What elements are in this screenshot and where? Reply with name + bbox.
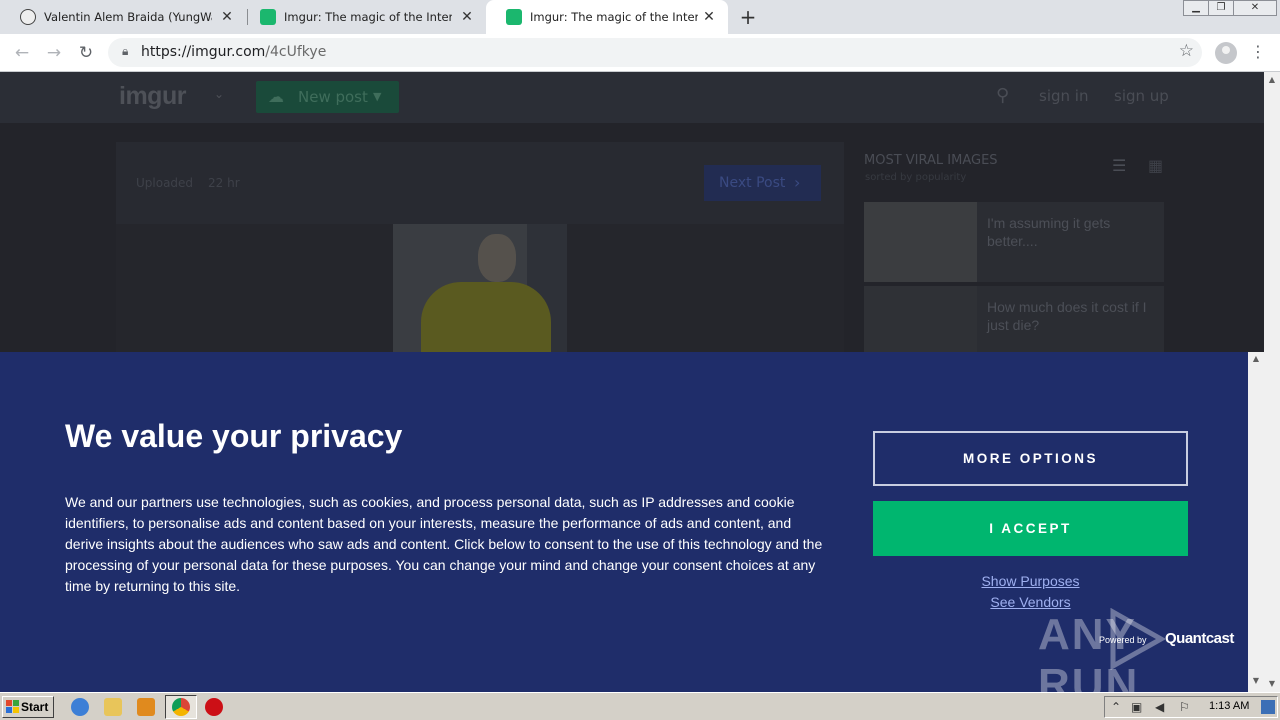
tab-close-icon[interactable]: ✕ [460,10,474,24]
grid-view-icon[interactable]: ▦ [1148,157,1166,175]
show-purposes-link[interactable]: Show Purposes [873,573,1188,589]
next-post-label: Next Post [719,175,786,191]
privacy-title: We value your privacy [65,418,403,454]
privacy-consent-dialog: We value your privacy We and our partner… [0,352,1248,709]
bookmark-star-icon[interactable]: ☆ [1179,41,1194,61]
quantcast-logo: Quantcast [1165,630,1234,647]
clock[interactable]: 1:13 AM [1209,700,1249,712]
menu-dots-icon[interactable]: ⋮ [1250,42,1266,61]
chevron-down-icon: ▼ [373,90,382,103]
profile-avatar-icon[interactable] [1215,42,1237,64]
tab-title: Valentin Alem Braida (YungWaffen) - [44,10,212,24]
tab-3-active[interactable]: Imgur: The magic of the Internet ✕ [486,0,728,34]
system-tray: ⌃ ▣ ◀︎ ⚐ 1:13 AM [1104,696,1278,718]
lock-icon: 🔒︎ [122,44,129,58]
browser-toolbar: ← → ↻ 🔒︎ https://imgur.com/4cUfkye ☆ ⋮ [0,34,1280,72]
scroll-up-icon[interactable]: ▲ [1264,72,1280,88]
next-post-button[interactable]: Next Post › [704,165,821,201]
imgur-logo[interactable]: imgur [119,82,186,111]
viral-section-subtitle: sorted by popularity [865,172,967,183]
viral-section-title: MOST VIRAL IMAGES [864,153,998,168]
sign-in-link[interactable]: sign in [1039,87,1088,105]
tab-2[interactable]: Imgur: The magic of the Internet ✕ [240,0,486,34]
new-post-label: New post [298,88,368,106]
imgur-favicon-icon [506,9,522,25]
show-desktop-icon[interactable] [1261,700,1275,714]
scroll-down-icon[interactable]: ▼ [1248,676,1264,685]
tab-title: Imgur: The magic of the Internet [284,10,452,24]
viral-item[interactable]: I'm assuming it gets better.... [864,202,1164,282]
windows-flag-icon [6,700,19,713]
forward-icon[interactable]: → [42,41,66,65]
start-button[interactable]: Start [2,696,54,718]
tab-close-icon[interactable]: ✕ [702,10,716,24]
restore-button[interactable]: ❐ [1208,0,1234,16]
uploaded-label: Uploaded [136,176,194,190]
tab-close-icon[interactable]: ✕ [220,10,234,24]
privacy-body: We and our partners use technologies, su… [65,494,823,594]
imgur-favicon-icon [260,9,276,25]
network-icon[interactable]: ▣ [1131,700,1142,714]
skull-favicon-icon [20,9,36,25]
viral-caption: How much does it cost if I just die? [987,299,1147,333]
internet-explorer-icon[interactable] [71,698,89,716]
uploaded-time: 22 hr [208,176,240,190]
dialog-scrollbar[interactable]: ▲ ▼ [1248,352,1264,692]
scroll-up-icon[interactable]: ▲ [1248,354,1264,363]
new-post-button[interactable]: ☁ New post ▼ [256,81,399,113]
tab-title: Imgur: The magic of the Internet [530,10,698,24]
chrome-taskbar-button[interactable] [165,695,197,719]
chrome-icon [172,698,190,716]
taskbar: Start ⌃ ▣ ◀︎ ⚐ 1:13 AM [0,692,1280,720]
start-label: Start [21,700,49,714]
new-tab-button[interactable]: + [738,6,758,28]
viral-caption: I'm assuming it gets better.... [987,215,1111,249]
tab-strip: Valentin Alem Braida (YungWaffen) - ✕ Im… [0,0,1280,34]
cloud-upload-icon: ☁ [268,87,284,106]
imgur-header: imgur ⌄ ☁ New post ▼ ⚲ sign in sign up [0,72,1264,123]
action-center-flag-icon[interactable]: ⚐ [1179,700,1190,714]
reload-icon[interactable]: ↻ [74,41,98,65]
address-bar[interactable]: 🔒︎ https://imgur.com/4cUfkye ☆ [108,38,1202,67]
post-header: Uploaded 22 hr Next Post › [116,142,844,224]
more-options-button[interactable]: MORE OPTIONS [873,431,1188,486]
post-image[interactable] [393,224,567,354]
accept-button[interactable]: I ACCEPT [873,501,1188,556]
powered-by-label: Powered by [1099,635,1147,645]
tab-1[interactable]: Valentin Alem Braida (YungWaffen) - ✕ [0,0,246,34]
back-icon[interactable]: ← [10,41,34,65]
media-player-icon[interactable] [137,698,155,716]
search-icon[interactable]: ⚲ [996,85,1009,106]
scroll-down-icon[interactable]: ▼ [1264,676,1280,692]
list-view-icon[interactable]: ☰ [1112,157,1130,175]
url-text[interactable]: https://imgur.com/4cUfkye [141,44,326,60]
volume-icon[interactable]: ◀︎ [1155,700,1164,714]
chevron-right-icon: › [794,173,801,192]
logo-chevron-down-icon[interactable]: ⌄ [214,87,224,101]
close-window-button[interactable]: ✕ [1233,0,1277,16]
viral-thumbnail [864,202,977,282]
show-hidden-icons-icon[interactable]: ⌃ [1111,700,1121,714]
minimize-button[interactable]: ▁ [1183,0,1209,16]
page-scrollbar[interactable]: ▲ ▼ [1264,72,1280,692]
opera-icon[interactable] [205,698,223,716]
sign-up-link[interactable]: sign up [1114,87,1169,105]
folder-icon[interactable] [104,698,122,716]
